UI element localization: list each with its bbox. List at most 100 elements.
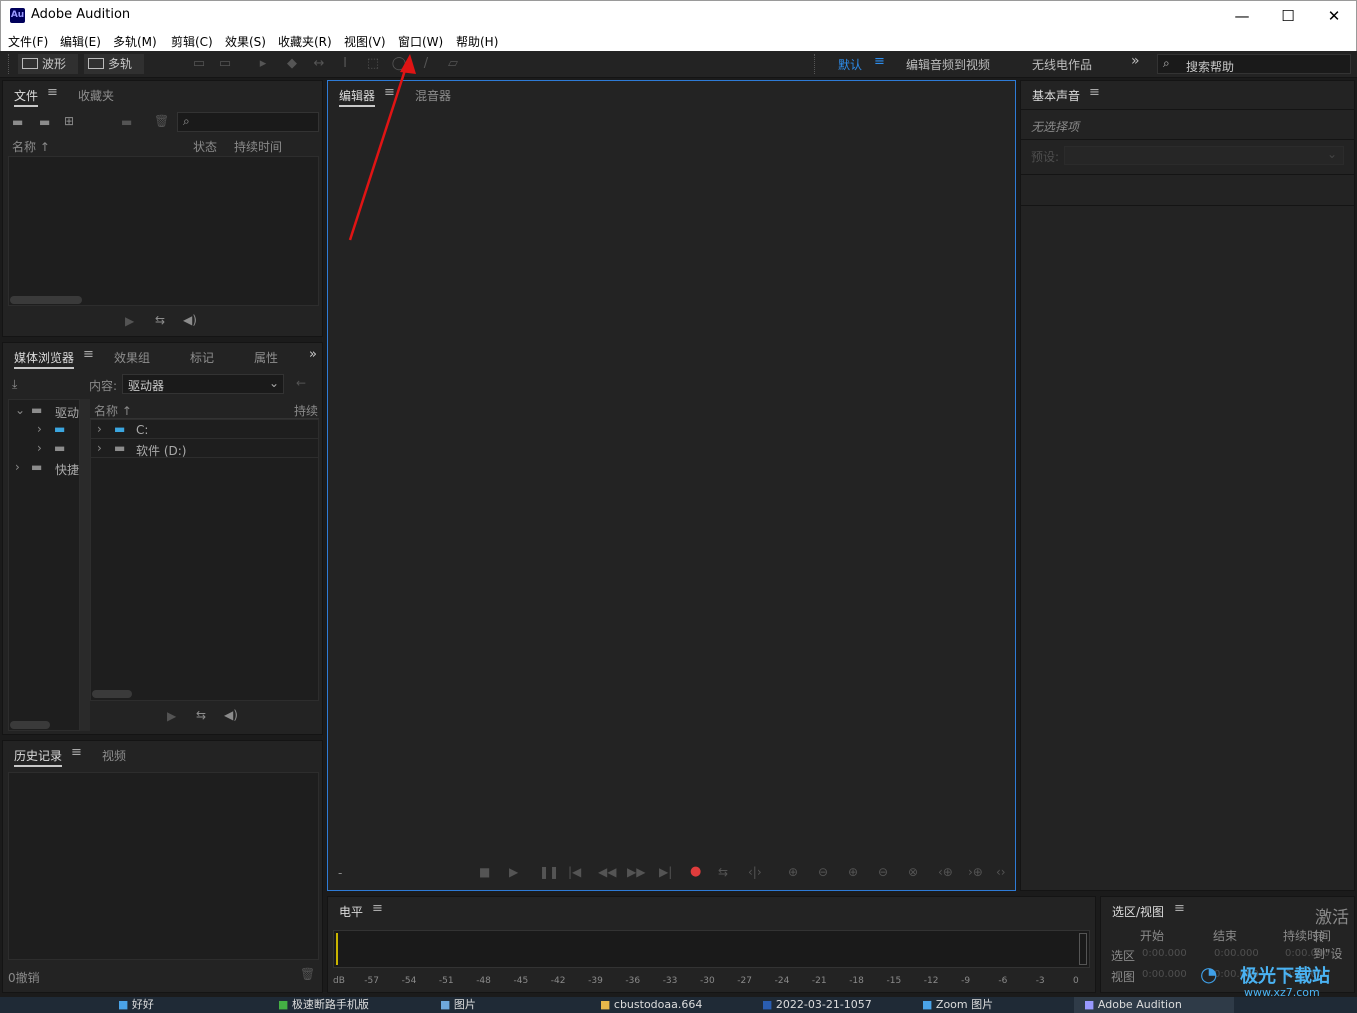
taskbar-item[interactable]: ■ cbustodoaa.664 <box>600 997 702 1013</box>
tree-item-shortcuts[interactable]: 快捷 <box>55 461 79 478</box>
help-search-box[interactable]: ⌕ 搜索帮助 <box>1157 54 1351 74</box>
tab-video[interactable]: 视频 <box>102 747 126 764</box>
essential-sound-title[interactable]: 基本声音 <box>1032 87 1080 104</box>
tree-h-scrollbar[interactable] <box>10 721 50 729</box>
zoom-selection-icon[interactable]: ‹› <box>996 865 1006 879</box>
essential-sound-menu-icon[interactable]: ≡ <box>1089 85 1100 100</box>
list-item[interactable]: › ▬ 软件 (D:) <box>91 439 318 458</box>
play-preview-icon[interactable]: ▶ <box>167 709 176 723</box>
skip-to-start-icon[interactable]: |◀ <box>568 865 581 879</box>
selection-start[interactable]: 0:00.000 <box>1142 948 1187 959</box>
download-icon[interactable]: ⤓ <box>12 377 17 392</box>
play-preview-icon[interactable]: ▶ <box>125 314 134 328</box>
splitter-handle[interactable] <box>80 399 90 731</box>
column-name[interactable]: 名称 ↑ <box>12 138 50 155</box>
skip-to-end-icon[interactable]: ▶| <box>659 865 672 879</box>
tree-expand-shortcuts-icon[interactable]: › <box>15 460 20 474</box>
taskbar-item[interactable]: ■ 极速断路手机版 <box>278 997 369 1013</box>
tab-markers[interactable]: 标记 <box>190 349 214 366</box>
pause-icon[interactable]: ❚❚ <box>539 865 559 879</box>
tree-expand-d-icon[interactable]: › <box>37 441 42 455</box>
skip-selection-icon[interactable]: ‹|› <box>748 865 762 879</box>
rewind-icon[interactable]: ◀◀ <box>598 865 616 879</box>
tree-expand-c-icon[interactable]: › <box>37 422 42 436</box>
fast-forward-icon[interactable]: ▶▶ <box>627 865 645 879</box>
import-file-icon[interactable]: ▬ <box>39 115 50 129</box>
taskbar-item[interactable]: ■ 图片 <box>440 997 476 1013</box>
workspace-menu-icon[interactable]: ≡ <box>874 54 885 69</box>
minimize-button[interactable]: — <box>1219 1 1265 31</box>
menu-help[interactable]: 帮助(H) <box>456 33 498 50</box>
levels-menu-icon[interactable]: ≡ <box>372 901 383 916</box>
loop-preview-icon[interactable]: ⇆ <box>155 313 165 327</box>
razor-tool-icon[interactable]: ◆ <box>283 55 301 73</box>
delete-history-icon[interactable]: 🗑 <box>300 967 315 981</box>
spectral-display-icon[interactable]: ▭ <box>190 55 208 73</box>
media-list[interactable]: › ▬ C: › ▬ 软件 (D:) <box>90 419 319 701</box>
files-h-scrollbar[interactable] <box>10 296 82 304</box>
zoom-in-point-in-icon[interactable]: ‹⊕ <box>938 865 953 879</box>
media-column-duration[interactable]: 持续 <box>294 402 318 419</box>
menu-favorites[interactable]: 收藏夹(R) <box>278 33 332 50</box>
drive-tree[interactable]: ⌄ ▬ 驱动 › ▬ › ▬ › ▬ 快捷 <box>8 399 80 731</box>
menu-effects[interactable]: 效果(S) <box>225 33 266 50</box>
media-browser-overflow-icon[interactable]: » <box>309 347 317 362</box>
history-panel-menu-icon[interactable]: ≡ <box>71 745 82 760</box>
insert-into-multitrack-icon[interactable]: ▬ <box>121 115 132 129</box>
close-button[interactable]: ✕ <box>1311 1 1357 31</box>
maximize-button[interactable]: ☐ <box>1265 1 1311 31</box>
taskbar-item[interactable]: ■ 好好 <box>118 997 154 1013</box>
levels-title[interactable]: 电平 <box>339 903 363 920</box>
help-search-input[interactable]: 搜索帮助 <box>1186 58 1234 75</box>
menu-clip[interactable]: 剪辑(C) <box>171 33 213 50</box>
tree-item-drives[interactable]: 驱动 <box>55 404 79 421</box>
tab-media-browser[interactable]: 媒体浏览器 <box>14 349 75 369</box>
menu-view[interactable]: 视图(V) <box>344 33 386 50</box>
zoom-out-full-icon[interactable]: ⊗ <box>908 865 918 879</box>
loop-preview-icon[interactable]: ⇆ <box>196 708 206 722</box>
spot-healing-tool-icon[interactable]: ▱ <box>444 55 462 73</box>
menu-file[interactable]: 文件(F) <box>8 33 48 50</box>
move-tool-icon[interactable]: ▸ <box>254 55 272 73</box>
workspace-overflow-icon[interactable]: » <box>1131 53 1140 69</box>
record-icon[interactable]: ● <box>690 864 701 879</box>
loop-playback-icon[interactable]: ⇆ <box>718 865 728 879</box>
play-icon[interactable]: ▶ <box>509 865 518 879</box>
slip-tool-icon[interactable]: ↔ <box>310 55 328 73</box>
menu-window[interactable]: 窗口(W) <box>398 33 443 50</box>
autoplay-volume-icon[interactable]: ◀) <box>224 708 238 722</box>
list-item[interactable]: › ▬ C: <box>91 420 318 439</box>
zoom-in-time-icon[interactable]: ⊕ <box>848 865 858 879</box>
menu-edit[interactable]: 编辑(E) <box>60 33 101 50</box>
content-select[interactable]: 驱动器 ⌄ <box>122 374 284 394</box>
expand-icon[interactable]: › <box>97 422 102 436</box>
view-start[interactable]: 0:00.000 <box>1142 969 1187 980</box>
tab-properties[interactable]: 属性 <box>254 349 278 366</box>
autoplay-volume-icon[interactable]: ◀) <box>183 313 197 327</box>
column-status[interactable]: 状态 <box>193 138 217 155</box>
media-h-scrollbar[interactable] <box>92 690 132 698</box>
selection-view-title[interactable]: 选区/视图 <box>1112 903 1164 920</box>
tab-history[interactable]: 历史记录 <box>14 747 63 767</box>
history-list[interactable] <box>8 772 319 960</box>
menu-multitrack[interactable]: 多轨(M) <box>113 33 157 50</box>
taskbar-item[interactable]: ■ 2022-03-21-1057 <box>762 997 872 1013</box>
media-column-name[interactable]: 名称 ↑ <box>94 402 132 419</box>
open-file-icon[interactable]: ▬ <box>12 115 23 129</box>
preset-select[interactable]: ⌄ <box>1064 146 1344 165</box>
column-duration[interactable]: 持续时间 <box>234 138 282 155</box>
waveform-view-button[interactable]: 波形 <box>18 54 78 74</box>
files-panel-menu-icon[interactable]: ≡ <box>47 85 58 100</box>
media-browser-menu-icon[interactable]: ≡ <box>83 347 94 362</box>
multitrack-view-button[interactable]: 多轨 <box>84 54 144 74</box>
files-list[interactable] <box>8 156 319 306</box>
tree-expand-icon[interactable]: ⌄ <box>15 403 25 417</box>
expand-icon[interactable]: › <box>97 441 102 455</box>
zoom-in-amplitude-icon[interactable]: ⊕ <box>788 865 798 879</box>
tab-favorites[interactable]: 收藏夹 <box>78 87 114 104</box>
taskbar-item[interactable]: ■ Zoom 图片 <box>922 997 993 1013</box>
tab-files[interactable]: 文件 <box>14 87 39 107</box>
tab-effects-rack[interactable]: 效果组 <box>114 349 150 366</box>
selection-end[interactable]: 0:00.000 <box>1214 948 1259 959</box>
taskbar-item-active[interactable]: ■ Adobe Audition <box>1074 997 1234 1013</box>
